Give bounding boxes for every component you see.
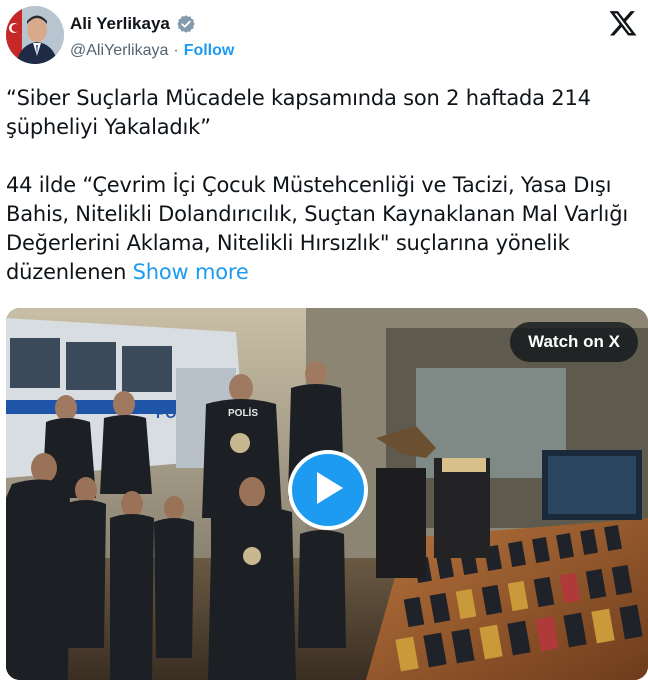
follow-button[interactable]: Follow xyxy=(184,42,235,60)
watch-on-x-button[interactable]: Watch on X xyxy=(510,322,638,362)
tweet-paragraph: 44 ilde “Çevrim İçi Çocuk Müstehcenliği … xyxy=(6,171,636,287)
name-row: Ali Yerlikaya xyxy=(70,14,196,34)
vest-label: POLİS xyxy=(228,406,258,419)
separator: · xyxy=(173,42,179,59)
verified-badge-icon xyxy=(176,14,196,34)
play-button[interactable] xyxy=(288,450,368,530)
display-name[interactable]: Ali Yerlikaya xyxy=(70,14,170,34)
handle-row: @AliYerlikaya · Follow xyxy=(70,42,234,60)
tweet-paragraph: “Siber Suçlarla Mücadele kapsamında son … xyxy=(6,86,591,139)
video-player[interactable]: POLİS POLİS xyxy=(6,308,648,680)
x-logo-icon[interactable] xyxy=(608,8,638,38)
show-more-link[interactable]: Show more xyxy=(133,260,249,284)
tweet-body: “Siber Suçlarla Mücadele kapsamında son … xyxy=(6,84,636,287)
play-icon xyxy=(311,470,345,511)
handle[interactable]: @AliYerlikaya xyxy=(70,42,168,60)
avatar[interactable] xyxy=(6,6,64,64)
tweet-paragraph-text: 44 ilde “Çevrim İçi Çocuk Müstehcenliği … xyxy=(6,173,628,284)
tweet-header: Ali Yerlikaya @AliYerlikaya · Follow xyxy=(6,6,642,68)
